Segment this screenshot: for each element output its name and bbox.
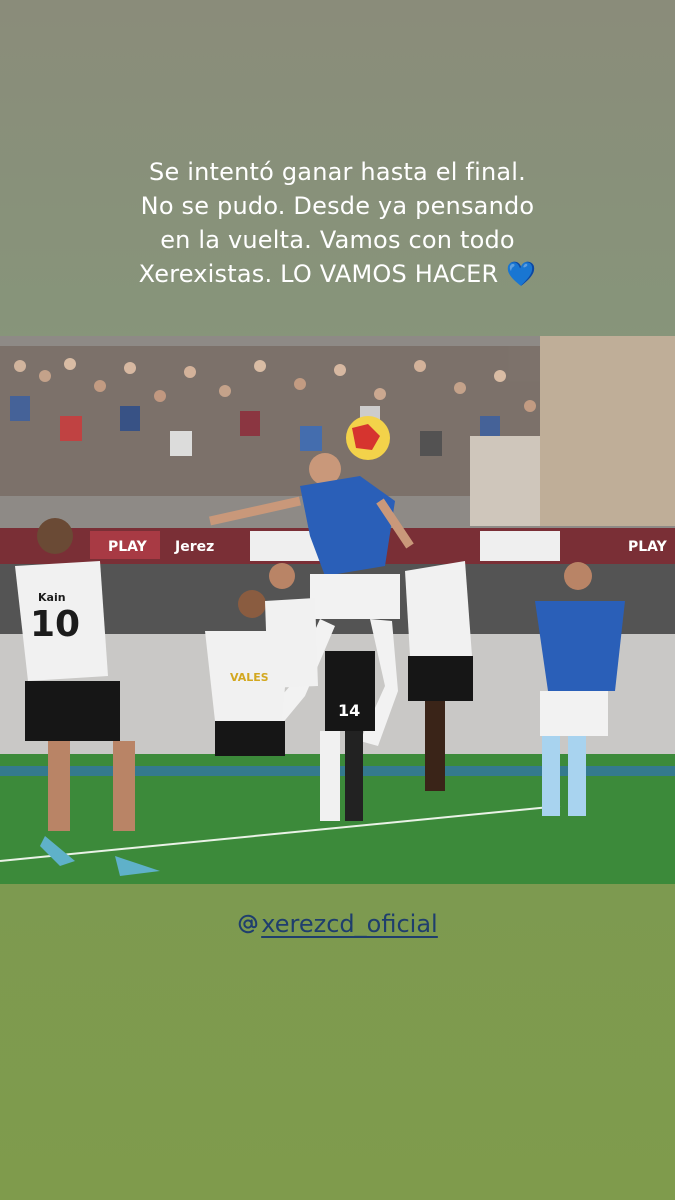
caption-line-4: Xerexistas. LO VAMOS HACER 💙 [0, 257, 675, 291]
match-photo: PLAY Jerez PLAY 10 Kain VALES 14 [0, 336, 675, 884]
caption-line-4-text: Xerexistas. LO VAMOS HACER [138, 260, 499, 288]
player-name: Kain [38, 591, 66, 604]
jersey-number-14: 14 [338, 701, 360, 720]
ad-text-3: PLAY [628, 539, 668, 555]
caption-line-1: Se intentó ganar hasta el final. [149, 158, 526, 186]
at-sign-icon [239, 914, 258, 934]
mention-link[interactable]: xerezcd_oficial [237, 910, 438, 938]
ad-text-2: Jerez [174, 539, 214, 555]
blue-heart-icon: 💙 [506, 260, 537, 288]
caption-line-2: No se pudo. Desde ya pensando [140, 192, 535, 220]
crowd [0, 346, 540, 496]
football-match-illustration: PLAY Jerez PLAY 10 Kain VALES 14 [0, 336, 675, 884]
caption-line-3: en la vuelta. Vamos con todo [160, 226, 515, 254]
sponsor-text: VALES [230, 671, 269, 684]
mention-sticker[interactable]: xerezcd_oficial [0, 910, 675, 939]
ad-text-1: PLAY [108, 539, 148, 555]
mention-handle: xerezcd_oficial [261, 910, 438, 938]
story-caption: Se intentó ganar hasta el final. No se p… [0, 155, 675, 291]
jersey-number-10: 10 [30, 604, 80, 645]
